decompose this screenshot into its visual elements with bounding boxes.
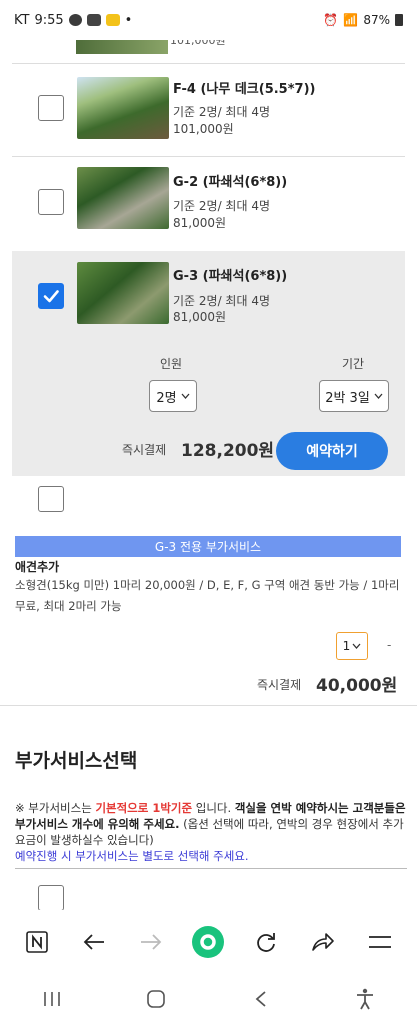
battery-icon <box>395 14 403 26</box>
chevron-down-icon <box>181 393 190 399</box>
browser-toolbar <box>0 910 417 974</box>
alarm-icon: ⏰ <box>323 13 339 27</box>
recent-apps-icon[interactable] <box>32 979 72 1019</box>
previous-room-thumbnail <box>76 40 168 54</box>
people-select-value: 2명 <box>156 390 177 406</box>
status-right: ⏰ 📶 87% <box>323 13 403 27</box>
room-name: F-4 (나무 데크(5.5*7)) <box>173 82 316 97</box>
back-icon[interactable] <box>241 979 281 1019</box>
chevron-down-icon <box>352 643 361 649</box>
extra-service-notice: ※ 부가서비스는 기본적으로 1박기준 입니다. 객실을 연박 예약하시는 고객… <box>15 800 407 864</box>
period-label: 기간 <box>342 357 365 371</box>
menu-icon[interactable] <box>360 922 400 962</box>
room-price: 81,000원 <box>173 216 227 230</box>
extra-service-title: 부가서비스선택 <box>15 750 138 772</box>
reload-icon[interactable] <box>246 922 286 962</box>
notify-app-icon <box>105 14 120 26</box>
room-checkbox-g3[interactable] <box>38 283 64 309</box>
n-app-icon[interactable] <box>17 922 57 962</box>
chevron-down-icon <box>374 393 383 399</box>
room-price: 101,000원 <box>173 122 234 136</box>
addon-service-bar: G-3 전용 부가서비스 <box>15 536 401 557</box>
room-thumbnail-g2[interactable] <box>77 167 169 229</box>
room-row-g2: G-2 (파쇄석(6*8)) 기준 2명/ 최대 4명 81,000원 <box>12 157 405 251</box>
room-row-g3-selected: G-3 (파쇄석(6*8)) 기준 2명/ 최대 4명 81,000원 인원 기… <box>12 251 405 476</box>
divider <box>0 705 417 706</box>
checkmark-icon <box>43 290 59 303</box>
accessibility-icon[interactable] <box>345 979 385 1019</box>
extra-service-checkbox[interactable] <box>38 885 64 910</box>
addon-description: 소형견(15kg 미만) 1마리 20,000원 / D, E, F, G 구역… <box>15 578 400 613</box>
system-nav-bar <box>0 974 417 1024</box>
status-left: KT 9:55 • <box>14 13 132 28</box>
room-checkbox-f4[interactable] <box>38 95 64 121</box>
previous-room-price: 101,000원 <box>170 40 226 47</box>
notice-red-text: 기본적으로 1박기준 <box>95 801 193 815</box>
pay-icon <box>86 14 101 26</box>
home-green-icon[interactable] <box>188 922 228 962</box>
book-button[interactable]: 예약하기 <box>276 432 388 470</box>
wifi-icon: 📶 <box>343 13 359 27</box>
room-row-f4: F-4 (나무 데크(5.5*7)) 기준 2명/ 최대 4명 101,000원 <box>12 64 405 157</box>
addon-name: 애견추가 <box>15 560 60 574</box>
room-thumbnail-f4[interactable] <box>77 77 169 139</box>
divider <box>15 868 407 869</box>
room-capacity: 기준 2명/ 최대 4명 <box>173 105 270 119</box>
notice-mid: 입니다. <box>192 801 235 815</box>
room-checkbox-next[interactable] <box>38 486 64 512</box>
status-bar: KT 9:55 • ⏰ 📶 87% <box>0 0 417 40</box>
room-name: G-3 (파쇄석(6*8)) <box>173 269 288 284</box>
addon-dash: - <box>387 638 392 652</box>
more-notifications-icon: • <box>124 12 133 28</box>
share-icon[interactable] <box>303 922 343 962</box>
notice-prefix: ※ 부가서비스는 <box>15 801 96 815</box>
room-price: 81,000원 <box>173 310 227 324</box>
forward-arrow-icon[interactable] <box>131 922 171 962</box>
period-select[interactable]: 2박 3일 <box>319 380 389 412</box>
room-thumbnail-g3[interactable] <box>77 262 169 324</box>
addon-qty-select[interactable]: 1 <box>336 632 368 660</box>
instant-pay-amount: 128,200원 <box>181 441 275 461</box>
addon-pay-amount: 40,000원 <box>316 676 398 696</box>
room-capacity: 기준 2명/ 최대 4명 <box>173 294 270 308</box>
room-name: G-2 (파쇄석(6*8)) <box>173 175 288 190</box>
addon-pay-label: 즉시결제 <box>257 678 302 692</box>
page-content: 101,000원 F-4 (나무 데크(5.5*7)) 기준 2명/ 최대 4명… <box>0 40 417 910</box>
people-label: 인원 <box>160 357 183 371</box>
people-select[interactable]: 2명 <box>149 380 197 412</box>
instant-pay-label: 즉시결제 <box>122 443 167 457</box>
room-checkbox-g2[interactable] <box>38 189 64 215</box>
carrier-text: KT <box>14 12 30 28</box>
addon-qty-value: 1 <box>342 639 351 653</box>
back-arrow-icon[interactable] <box>74 922 114 962</box>
notice-blue-text: 예약진행 시 부가서비스는 별도로 선택해 주세요. <box>15 849 249 863</box>
clock-text: 9:55 <box>34 12 64 28</box>
home-icon[interactable] <box>136 979 176 1019</box>
battery-text: 87% <box>363 13 390 27</box>
period-select-value: 2박 3일 <box>325 390 370 406</box>
chat-icon <box>68 14 82 26</box>
room-capacity: 기준 2명/ 최대 4명 <box>173 199 270 213</box>
